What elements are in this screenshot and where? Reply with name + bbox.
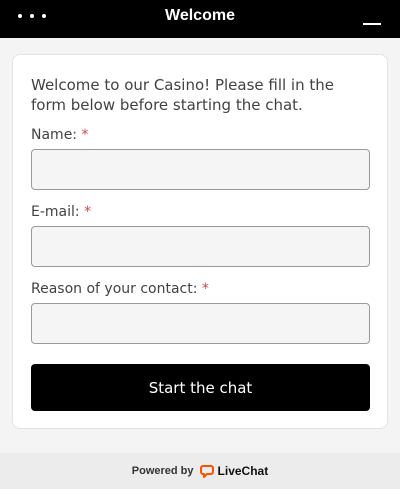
name-label-text: Name:: [31, 127, 78, 143]
livechat-logo-icon: [199, 464, 214, 478]
reason-label: Reason of your contact: *: [31, 280, 209, 298]
reason-label-text: Reason of your contact:: [31, 281, 198, 297]
livechat-brand-text[interactable]: LiveChat: [218, 464, 269, 478]
required-mark: *: [201, 281, 209, 297]
prechat-form-card: Welcome to our Casino! Please fill in th…: [12, 54, 388, 429]
header-title: Welcome: [165, 7, 235, 24]
email-label: E-mail: *: [31, 203, 91, 221]
required-mark: *: [81, 127, 89, 143]
name-label: Name: *: [31, 126, 88, 144]
powered-by-footer: Powered by LiveChat: [0, 453, 400, 489]
email-label-text: E-mail:: [31, 204, 80, 220]
chat-header: Welcome: [0, 0, 400, 38]
form-intro-text: Welcome to our Casino! Please fill in th…: [31, 76, 334, 114]
powered-by-text: Powered by: [131, 465, 194, 477]
name-input[interactable]: [31, 149, 370, 190]
reason-input[interactable]: [31, 303, 370, 344]
required-mark: *: [84, 204, 92, 220]
email-input[interactable]: [31, 226, 370, 267]
minimize-icon[interactable]: [360, 8, 384, 30]
start-chat-button[interactable]: Start the chat: [31, 364, 370, 411]
